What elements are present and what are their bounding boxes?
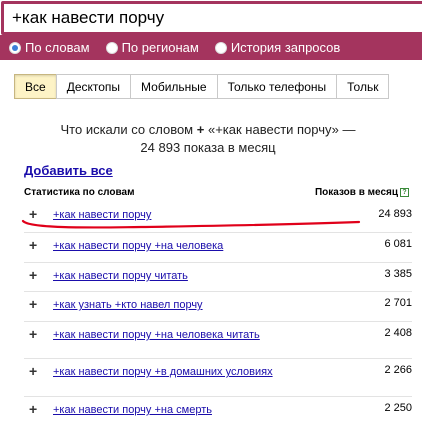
summary-plus-icon: + xyxy=(196,122,205,137)
plus-icon[interactable]: + xyxy=(29,297,37,311)
radio-by-words[interactable]: По словам xyxy=(9,40,90,55)
table-row: + +как навести порчу +на смерть 2 250 xyxy=(24,397,412,425)
query-summary: Что искали со словом + «+как навести пор… xyxy=(58,121,358,157)
search-mode-bar: По словам По регионам История запросов xyxy=(0,35,422,60)
column-header-phrases: Статистика по словам xyxy=(24,187,135,198)
tab-desktops[interactable]: Десктопы xyxy=(55,74,132,99)
phrase-link[interactable]: +как узнать +кто навел порчу xyxy=(24,292,412,312)
table-row: + +как навести порчу 24 893 xyxy=(24,205,412,233)
phrase-link[interactable]: +как навести порчу xyxy=(24,205,412,222)
impressions-count: 2 408 xyxy=(384,327,412,339)
device-tabs: Все Десктопы Мобильные Только телефоны Т… xyxy=(14,74,390,99)
column-header-impressions: Показов в месяц ? xyxy=(315,187,409,198)
impressions-count: 2 701 xyxy=(384,297,412,309)
phrase-link[interactable]: +как навести порчу +на смерть xyxy=(24,397,412,417)
plus-icon[interactable]: + xyxy=(29,207,37,221)
phrase-link[interactable]: +как навести порчу +на человека читать xyxy=(24,322,412,342)
tab-phones-only[interactable]: Только телефоны xyxy=(216,74,338,99)
plus-icon[interactable]: + xyxy=(29,238,37,252)
phrase-list: + +как навести порчу 24 893 + +как навес… xyxy=(24,205,412,425)
column-header-label: Показов в месяц xyxy=(314,187,398,198)
tab-tablets-only[interactable]: Тольк xyxy=(336,74,390,99)
radio-history[interactable]: История запросов xyxy=(214,40,341,55)
help-icon[interactable]: ? xyxy=(400,188,409,197)
plus-icon[interactable]: + xyxy=(29,364,37,378)
table-row: + +как навести порчу читать 3 385 xyxy=(24,263,412,292)
phrase-link[interactable]: +как навести порчу +на человека xyxy=(24,233,412,253)
table-row: + +как узнать +кто навел порчу 2 701 xyxy=(24,292,412,322)
tab-all[interactable]: Все xyxy=(14,74,57,99)
add-all-link[interactable]: Добавить все xyxy=(24,163,113,178)
table-row: + +как навести порчу +на человека читать… xyxy=(24,322,412,359)
table-row: + +как навести порчу +на человека 6 081 xyxy=(24,233,412,263)
plus-icon[interactable]: + xyxy=(29,327,37,341)
plus-icon[interactable]: + xyxy=(29,268,37,282)
plus-icon[interactable]: + xyxy=(29,402,37,416)
radio-by-regions[interactable]: По регионам xyxy=(105,40,199,55)
search-input[interactable] xyxy=(4,4,422,32)
impressions-count: 3 385 xyxy=(384,268,412,280)
table-row: + +как навести порчу +в домашних условия… xyxy=(24,359,412,397)
impressions-count: 2 266 xyxy=(384,364,412,376)
radio-label: История запросов xyxy=(230,40,341,55)
impressions-count: 6 081 xyxy=(384,238,412,250)
impressions-count: 24 893 xyxy=(378,208,412,220)
impressions-count: 2 250 xyxy=(384,402,412,414)
summary-prefix: Что искали со словом xyxy=(60,122,194,137)
radio-unchecked-icon[interactable] xyxy=(214,41,227,54)
radio-label: По словам xyxy=(25,40,90,55)
radio-checked-icon[interactable] xyxy=(9,41,21,54)
phrase-link[interactable]: +как навести порчу +в домашних условиях xyxy=(24,359,412,379)
radio-unchecked-icon[interactable] xyxy=(105,41,118,54)
phrase-link[interactable]: +как навести порчу читать xyxy=(24,263,412,283)
search-box[interactable] xyxy=(1,1,422,35)
radio-label: По регионам xyxy=(121,40,199,55)
tab-mobile[interactable]: Мобильные xyxy=(130,74,218,99)
